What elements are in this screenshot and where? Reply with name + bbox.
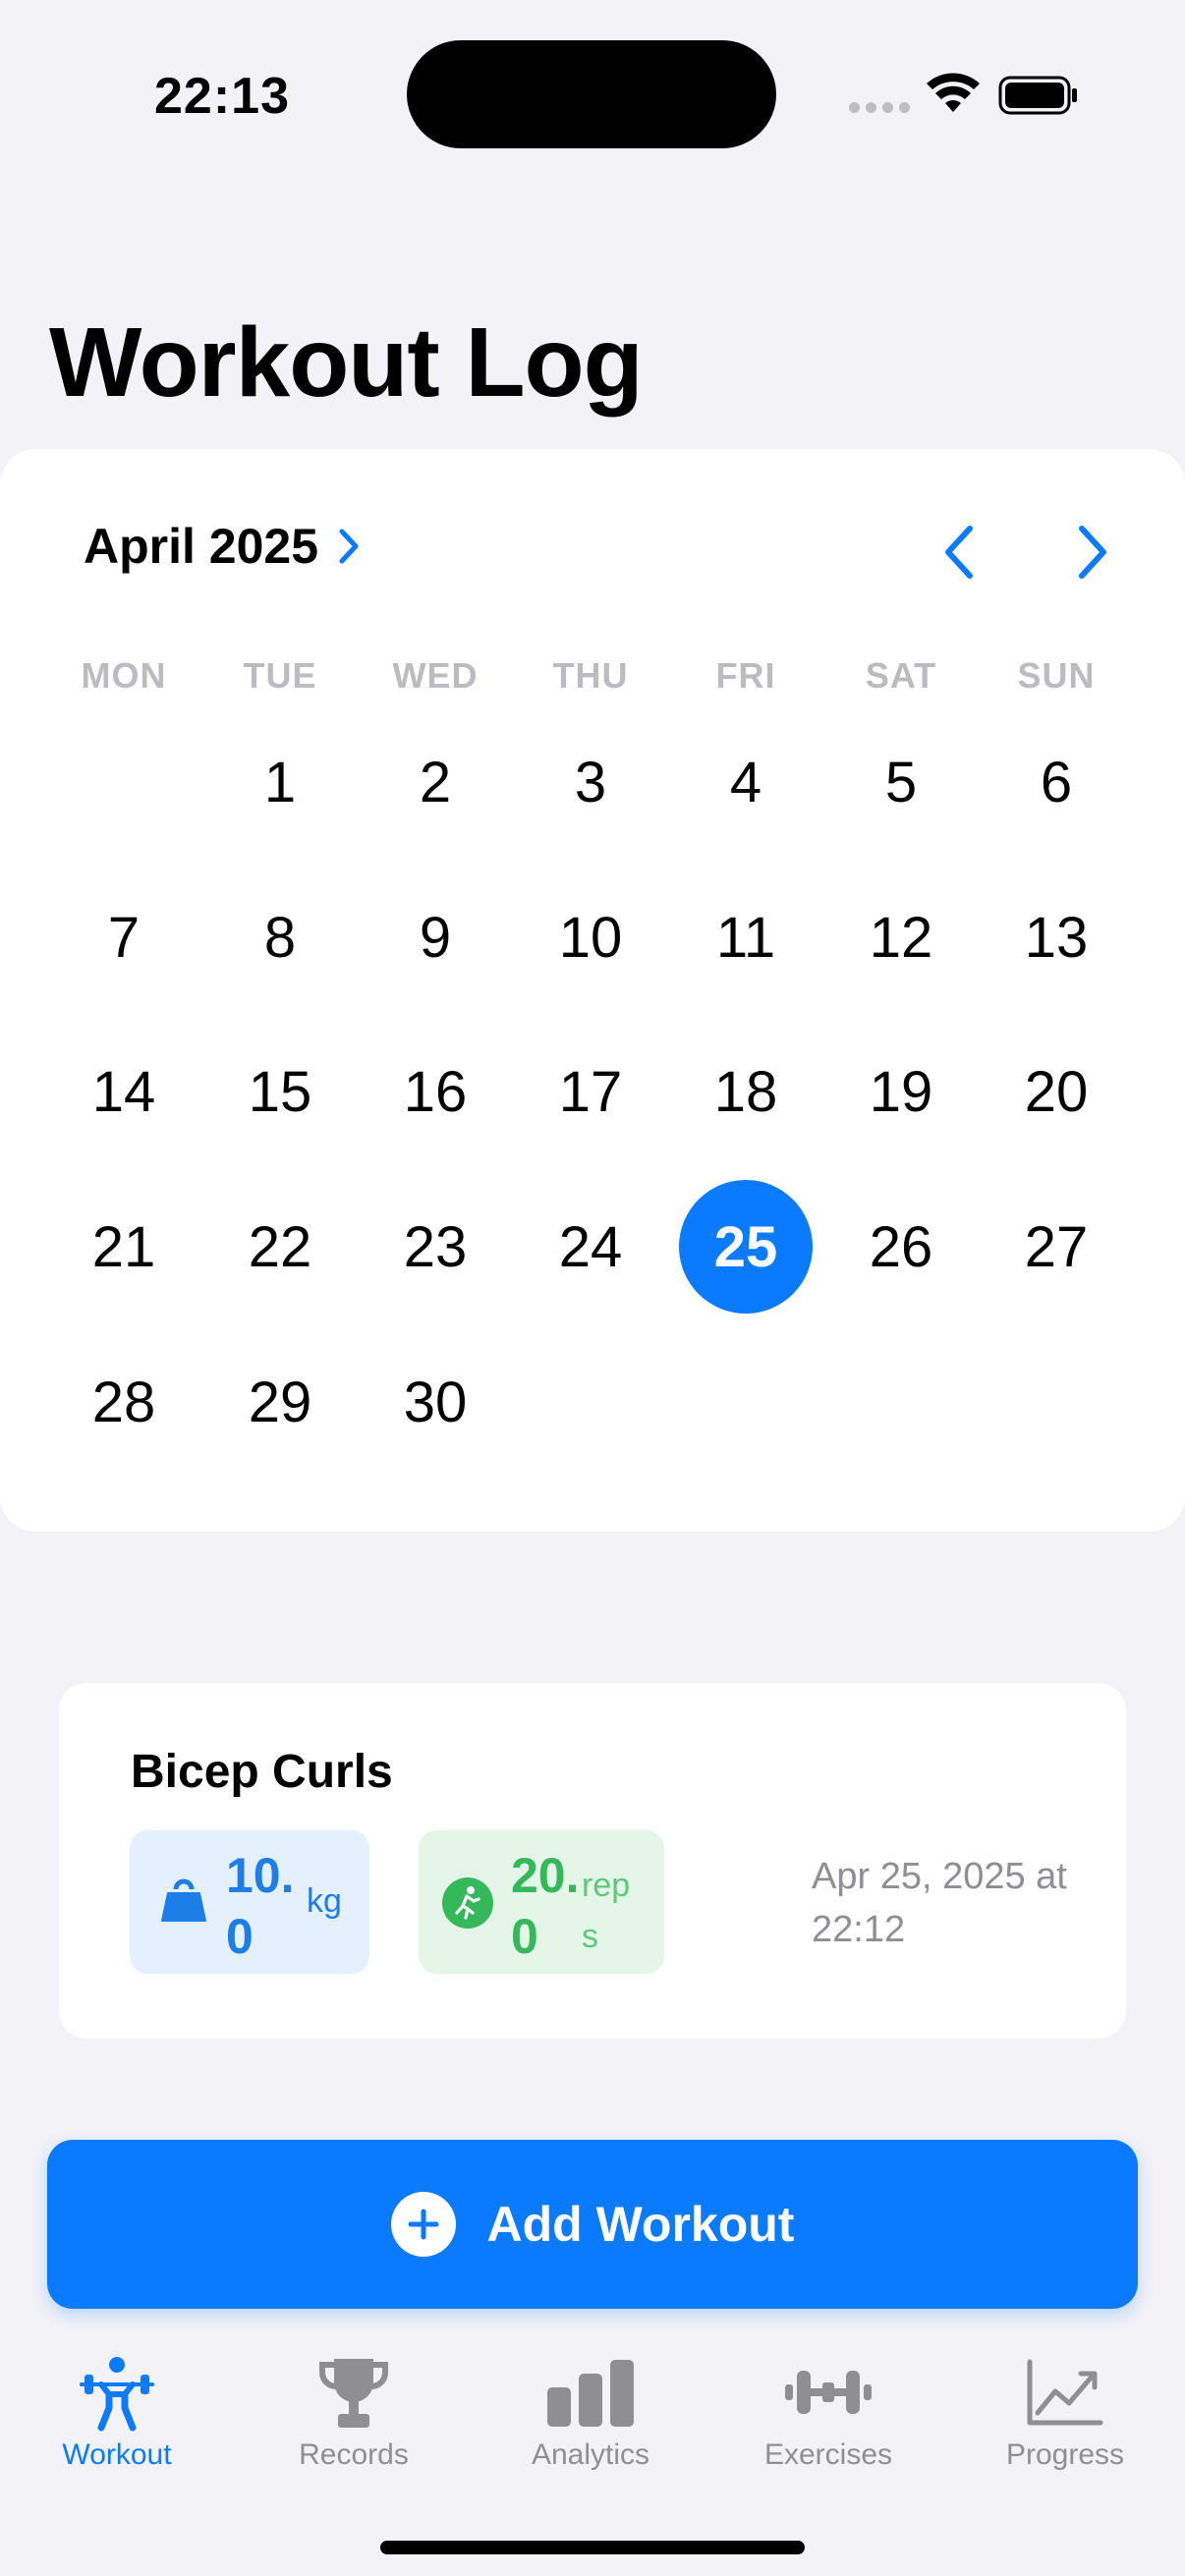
tab-analytics[interactable]: Analytics	[473, 2328, 708, 2476]
calendar-day[interactable]: 24	[524, 1180, 657, 1314]
calendar-day-selected[interactable]: 25	[679, 1180, 813, 1314]
reps-value: 20.0	[511, 1848, 580, 1964]
weekday-label: WED	[392, 655, 479, 696]
status-bar: 22:13	[0, 0, 1185, 148]
calendar-day[interactable]: 4	[679, 715, 813, 849]
chevron-left-icon	[945, 526, 973, 579]
tab-label-analytics: Analytics	[531, 2438, 650, 2471]
tab-progress[interactable]: Progress	[947, 2328, 1183, 2476]
cellular-signal-icon	[849, 102, 910, 113]
calendar-day[interactable]: 11	[679, 870, 813, 1004]
calendar-day[interactable]: 7	[57, 870, 191, 1004]
dumbbell-icon	[785, 2371, 872, 2414]
calendar-day[interactable]: 18	[679, 1025, 813, 1158]
line-chart-icon	[1027, 2359, 1103, 2426]
add-workout-label: Add Workout	[486, 2197, 795, 2252]
trophy-icon	[319, 2359, 388, 2428]
battery-icon	[998, 76, 1077, 115]
weekday-label: SAT	[865, 655, 937, 696]
tab-records[interactable]: Records	[236, 2328, 472, 2476]
calendar-day[interactable]: 10	[524, 870, 657, 1004]
calendar-day[interactable]: 21	[57, 1180, 191, 1314]
calendar-day[interactable]: 28	[57, 1335, 191, 1469]
calendar-day[interactable]: 15	[213, 1025, 347, 1158]
calendar-day[interactable]: 16	[368, 1025, 502, 1158]
tab-exercises[interactable]: Exercises	[710, 2328, 946, 2476]
calendar-day[interactable]: 27	[989, 1180, 1123, 1314]
plus-circle-icon	[390, 2192, 456, 2257]
calendar-card: April 2025 MON TUE WED THU FRI SAT SUN 1234567…	[0, 449, 1185, 1532]
tab-bar: Workout Records Analytics Exercises Prog…	[0, 2328, 1185, 2576]
running-figure-icon	[442, 1877, 493, 1929]
calendar-day[interactable]: 5	[834, 715, 968, 849]
weekday-label: MON	[81, 655, 167, 696]
calendar-day[interactable]: 20	[989, 1025, 1123, 1158]
calendar-day[interactable]: 26	[834, 1180, 968, 1314]
calendar-day[interactable]: 12	[834, 870, 968, 1004]
status-time: 22:13	[154, 68, 290, 125]
month-picker[interactable]: April 2025	[84, 518, 360, 575]
calendar-day[interactable]: 14	[57, 1025, 191, 1158]
calendar-day[interactable]: 29	[213, 1335, 347, 1469]
weight-value: 10.0	[226, 1848, 295, 1964]
chevron-right-icon	[1079, 526, 1106, 579]
previous-month-button[interactable]	[931, 518, 987, 587]
home-indicator	[380, 2541, 805, 2554]
reps-chip: 20.0 reps	[419, 1830, 664, 1974]
tab-workout[interactable]: Workout	[0, 2328, 235, 2476]
page-title: Workout Log	[49, 308, 644, 418]
next-month-button[interactable]	[1065, 518, 1120, 587]
kettlebell-icon	[161, 1878, 206, 1922]
calendar-day[interactable]: 17	[524, 1025, 657, 1158]
tab-label-exercises: Exercises	[763, 2438, 893, 2471]
calendar-day[interactable]: 9	[368, 870, 502, 1004]
calendar-day[interactable]: 13	[989, 870, 1123, 1004]
tab-label-progress: Progress	[1005, 2438, 1125, 2471]
add-workout-button[interactable]: Add Workout	[47, 2140, 1138, 2309]
chevron-right-icon[interactable]	[338, 528, 360, 565]
tab-label-records: Records	[299, 2438, 409, 2471]
bar-chart-icon	[547, 2360, 634, 2427]
calendar-day[interactable]: 30	[368, 1335, 502, 1469]
calendar-day[interactable]: 2	[368, 715, 502, 849]
calendar-day[interactable]: 23	[368, 1180, 502, 1314]
tab-label-workout: Workout	[62, 2438, 172, 2471]
weekday-label: TUE	[243, 655, 317, 696]
calendar-day[interactable]: 22	[213, 1180, 347, 1314]
weightlifter-icon	[80, 2357, 154, 2432]
month-label[interactable]: April 2025	[84, 518, 318, 575]
calendar-day[interactable]: 1	[213, 715, 347, 849]
dynamic-island	[407, 40, 776, 148]
weekday-label: THU	[552, 655, 629, 696]
calendar-day[interactable]: 3	[524, 715, 657, 849]
workout-entry-card[interactable]: Bicep Curls 10.0 kg 20.0 reps Apr 25, 20…	[59, 1683, 1126, 2039]
workout-timestamp: Apr 25, 2025 at 22:12	[812, 1856, 1067, 1950]
calendar-day[interactable]: 6	[989, 715, 1123, 849]
exercise-name: Bicep Curls	[131, 1746, 393, 1798]
weight-unit: kg	[307, 1882, 342, 1920]
weekday-label: FRI	[715, 655, 776, 696]
calendar-day[interactable]: 19	[834, 1025, 968, 1158]
weekday-label: SUN	[1017, 655, 1096, 696]
reps-unit: reps	[582, 1867, 631, 1955]
wifi-icon	[927, 73, 980, 112]
calendar-day[interactable]: 8	[213, 870, 347, 1004]
weight-chip: 10.0 kg	[130, 1830, 369, 1974]
